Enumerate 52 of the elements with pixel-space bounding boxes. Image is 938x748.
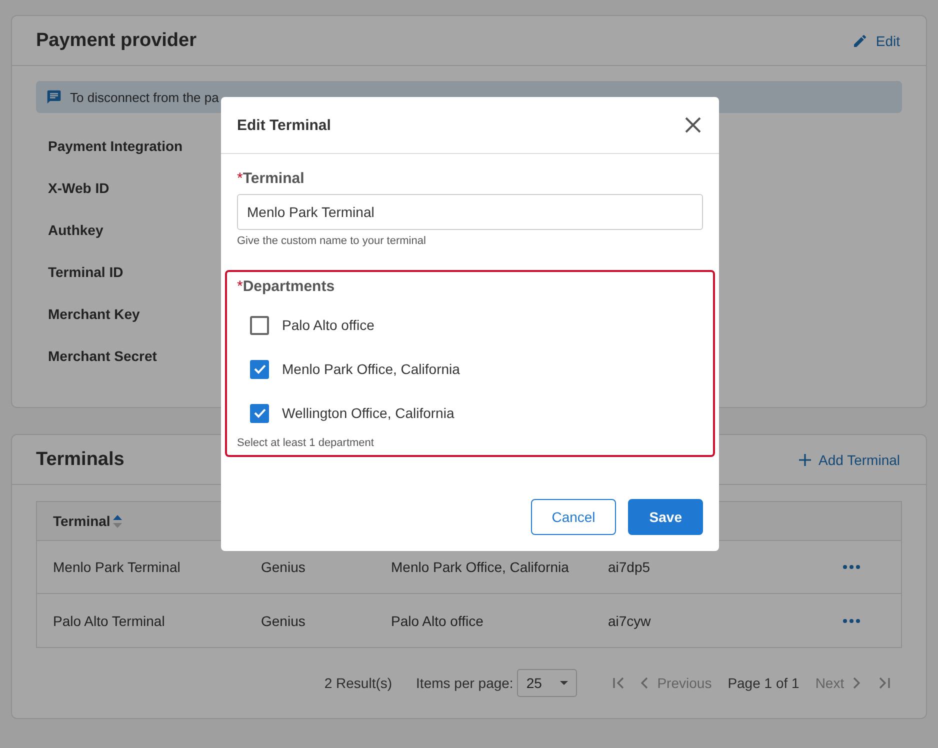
field-label: Payment Integration xyxy=(48,137,183,156)
items-per-page-select[interactable]: 25 xyxy=(517,669,578,697)
field-label: Terminal ID xyxy=(48,263,124,282)
check-icon xyxy=(254,408,266,418)
checkbox-label: Palo Alto office xyxy=(282,317,374,333)
cancel-button[interactable]: Cancel xyxy=(530,499,616,535)
first-page-icon xyxy=(613,677,626,689)
checkbox[interactable] xyxy=(250,316,269,334)
card-title: Terminals xyxy=(36,448,124,470)
add-terminal-button[interactable]: Add Terminal xyxy=(796,450,902,470)
validation-hint: Select at least 1 department xyxy=(236,437,375,449)
check-icon xyxy=(254,364,266,374)
column-header[interactable]: Terminal xyxy=(53,513,122,529)
close-icon xyxy=(683,115,703,135)
save-button[interactable]: Save xyxy=(628,499,703,535)
table-cell-text: Palo Alto office xyxy=(391,612,484,628)
field-label: Merchant Secret xyxy=(48,347,157,366)
checkbox[interactable] xyxy=(250,404,269,422)
plus-icon xyxy=(798,454,811,466)
checkbox-label: Menlo Park Office, California xyxy=(282,361,460,377)
caret-icon xyxy=(560,681,568,685)
table-cell-text: Palo Alto Terminal xyxy=(53,612,166,628)
card-title: Payment provider xyxy=(36,30,196,52)
pencil-icon xyxy=(852,32,868,48)
field-label: Merchant Key xyxy=(48,305,140,324)
terminal-name-input[interactable]: Menlo Park Terminal xyxy=(237,194,703,230)
items-per-page-label: Items per page: xyxy=(416,675,514,691)
page-indicator: Page 1 of 1 xyxy=(728,675,800,691)
edit-button[interactable]: Edit xyxy=(850,30,902,50)
field-label: X-Web ID xyxy=(48,179,110,198)
notice-text: To disconnect from the pa xyxy=(70,90,219,104)
results-count: 2 Result(s) xyxy=(324,675,392,691)
chevron-right-icon xyxy=(852,677,860,689)
field-hint: Give the custom name to your terminal xyxy=(236,235,427,247)
table-cell-text: Genius xyxy=(261,612,306,628)
table-cell-text: Menlo Park Terminal xyxy=(53,559,182,575)
more-icon xyxy=(842,565,860,569)
checkbox[interactable] xyxy=(250,360,269,378)
field-label: *Terminal xyxy=(236,170,306,187)
table-cell-text: ai7dp5 xyxy=(608,559,652,575)
field-label: *Departments xyxy=(236,278,336,295)
table-cell-text: Menlo Park Office, California xyxy=(391,559,570,575)
field-label: Authkey xyxy=(48,221,104,240)
close-button[interactable] xyxy=(683,115,703,135)
dialog-title: Edit Terminal xyxy=(237,116,331,134)
table-cell-text: Genius xyxy=(261,559,306,575)
last-page-icon xyxy=(878,677,890,689)
message-icon xyxy=(46,89,62,105)
checkbox-label: Wellington Office, California xyxy=(282,405,454,421)
more-icon xyxy=(842,618,860,622)
table-cell-text: ai7cyw xyxy=(608,612,652,628)
chevron-left-icon xyxy=(641,677,650,689)
